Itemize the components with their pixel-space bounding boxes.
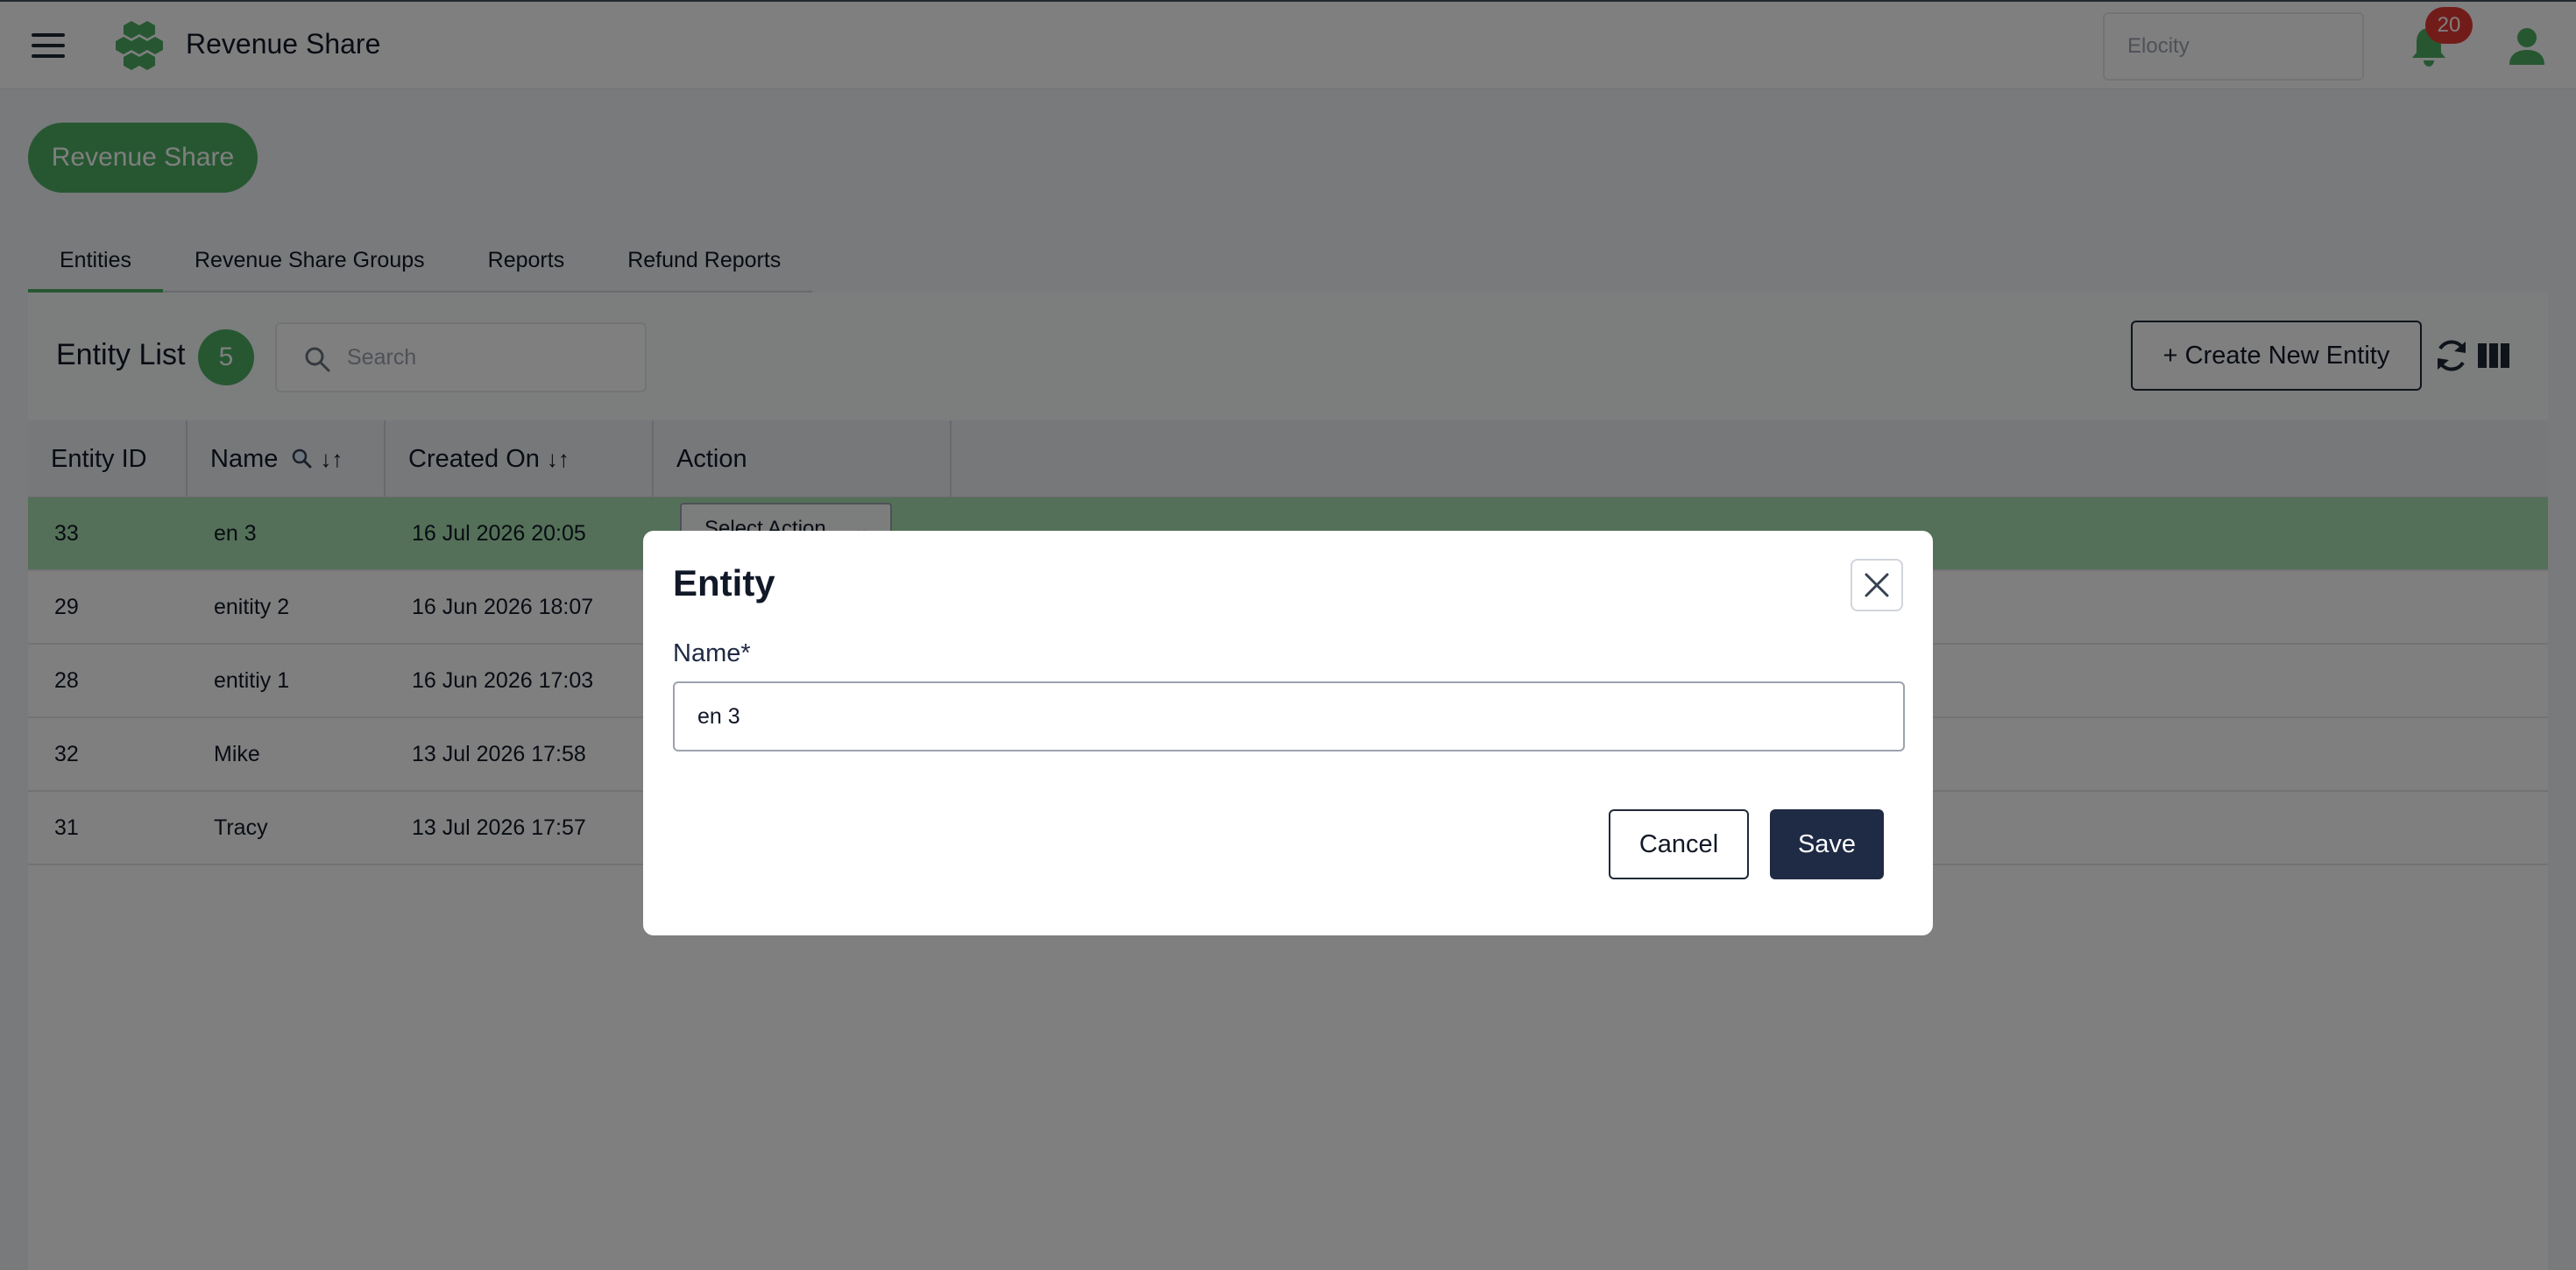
- dialog-title: Entity: [673, 562, 775, 603]
- name-field[interactable]: [673, 681, 1905, 751]
- cancel-button[interactable]: Cancel: [1609, 809, 1749, 879]
- close-button[interactable]: [1851, 559, 1903, 611]
- save-button[interactable]: Save: [1770, 809, 1884, 879]
- close-icon: [1865, 573, 1889, 597]
- name-field-label: Name*: [673, 639, 751, 667]
- entity-dialog: Entity Name* Cancel Save: [643, 531, 1933, 935]
